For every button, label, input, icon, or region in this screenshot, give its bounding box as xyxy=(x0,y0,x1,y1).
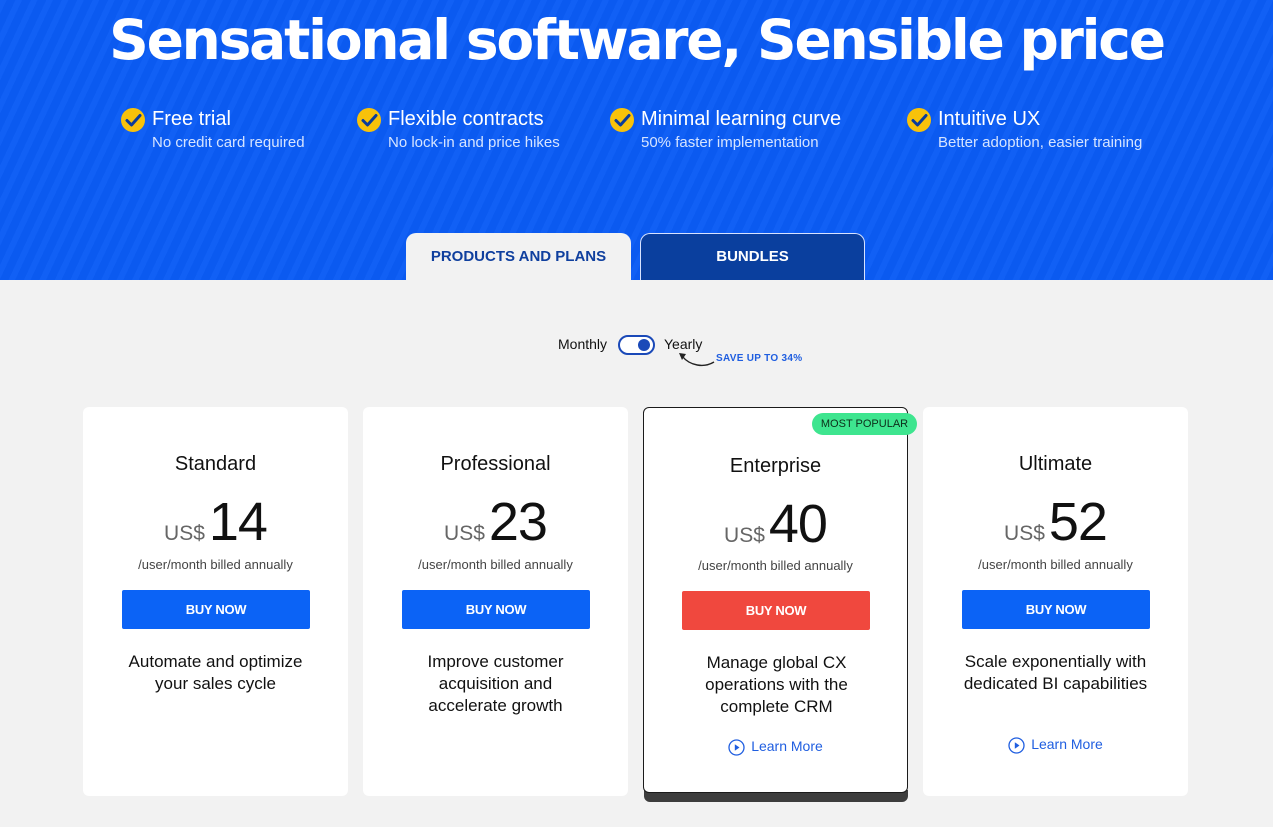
feature-subtitle: No lock-in and price hikes xyxy=(388,134,560,151)
price-amount: 23 xyxy=(488,492,548,552)
plan-name: Enterprise xyxy=(729,455,822,477)
play-circle-icon xyxy=(1008,737,1025,754)
billing-period-toggle[interactable] xyxy=(618,335,655,355)
learn-more-label: Learn More xyxy=(1031,736,1103,752)
plan-billing: /user/month billed annually xyxy=(698,558,853,573)
plan-card-professional: Professional US$23 /user/month billed an… xyxy=(363,407,628,796)
most-popular-badge: MOST POPULAR xyxy=(812,413,917,435)
buy-now-button[interactable]: BUY NOW xyxy=(682,591,870,630)
learn-more-link[interactable]: Learn More xyxy=(644,738,907,756)
learn-more-link[interactable]: Learn More xyxy=(923,736,1188,754)
billing-monthly-label[interactable]: Monthly xyxy=(558,336,607,352)
tab-products-and-plans[interactable]: PRODUCTS AND PLANS xyxy=(406,233,631,280)
price-amount: 40 xyxy=(768,494,828,554)
feature-subtitle: 50% faster implementation xyxy=(641,134,819,151)
save-note: SAVE UP TO 34% xyxy=(716,353,803,364)
price-currency: US$ xyxy=(444,522,485,545)
price-amount: 14 xyxy=(208,492,268,552)
feature-title: Free trial xyxy=(152,108,231,130)
check-circle-icon xyxy=(357,108,381,132)
feature-title: Intuitive UX xyxy=(938,108,1041,130)
feature-subtitle: No credit card required xyxy=(152,134,305,151)
check-circle-icon xyxy=(907,108,931,132)
plan-price: US$40 xyxy=(644,493,907,555)
plan-billing: /user/month billed annually xyxy=(138,557,293,572)
price-currency: US$ xyxy=(1004,522,1045,545)
price-currency: US$ xyxy=(724,524,765,547)
plan-card-ultimate: Ultimate US$52 /user/month billed annual… xyxy=(923,407,1188,796)
buy-now-button[interactable]: BUY NOW xyxy=(962,590,1150,629)
page-title: Sensational software, Sensible price xyxy=(109,8,1166,72)
buy-now-button[interactable]: BUY NOW xyxy=(402,590,590,629)
plan-billing: /user/month billed annually xyxy=(978,557,1133,572)
check-circle-icon xyxy=(610,108,634,132)
plan-description: Automate and optimize your sales cycle xyxy=(128,652,303,693)
toggle-knob xyxy=(638,339,650,351)
plan-billing: /user/month billed annually xyxy=(418,557,573,572)
feature-title: Flexible contracts xyxy=(388,108,544,130)
check-circle-icon xyxy=(121,108,145,132)
plan-description: Improve customer acquisition and acceler… xyxy=(427,652,564,715)
learn-more-label: Learn More xyxy=(751,738,823,754)
plan-price: US$52 xyxy=(923,491,1188,553)
feature-subtitle: Better adoption, easier training xyxy=(938,134,1143,151)
buy-now-button[interactable]: BUY NOW xyxy=(122,590,310,629)
plan-name: Standard xyxy=(174,453,257,475)
billing-toggle-row: Monthly Yearly SAVE UP TO 34% xyxy=(0,334,1273,374)
plan-card-standard: Standard US$14 /user/month billed annual… xyxy=(83,407,348,796)
plan-card-enterprise: Enterprise US$40 /user/month billed annu… xyxy=(643,407,908,793)
hero-banner: Sensational software, Sensible price Fre… xyxy=(0,0,1273,280)
tab-bundles[interactable]: BUNDLES xyxy=(640,233,865,280)
plan-name: Ultimate xyxy=(1018,453,1093,475)
price-currency: US$ xyxy=(164,522,205,545)
curved-arrow-icon xyxy=(679,353,715,367)
play-circle-icon xyxy=(728,739,745,756)
plan-price: US$23 xyxy=(363,491,628,553)
plan-description: Manage global CX operations with the com… xyxy=(705,653,848,716)
price-amount: 52 xyxy=(1048,492,1108,552)
plan-price: US$14 xyxy=(83,491,348,553)
feature-title: Minimal learning curve xyxy=(641,108,842,130)
plan-description: Scale exponentially with dedicated BI ca… xyxy=(963,652,1148,693)
plan-name: Professional xyxy=(440,453,551,475)
